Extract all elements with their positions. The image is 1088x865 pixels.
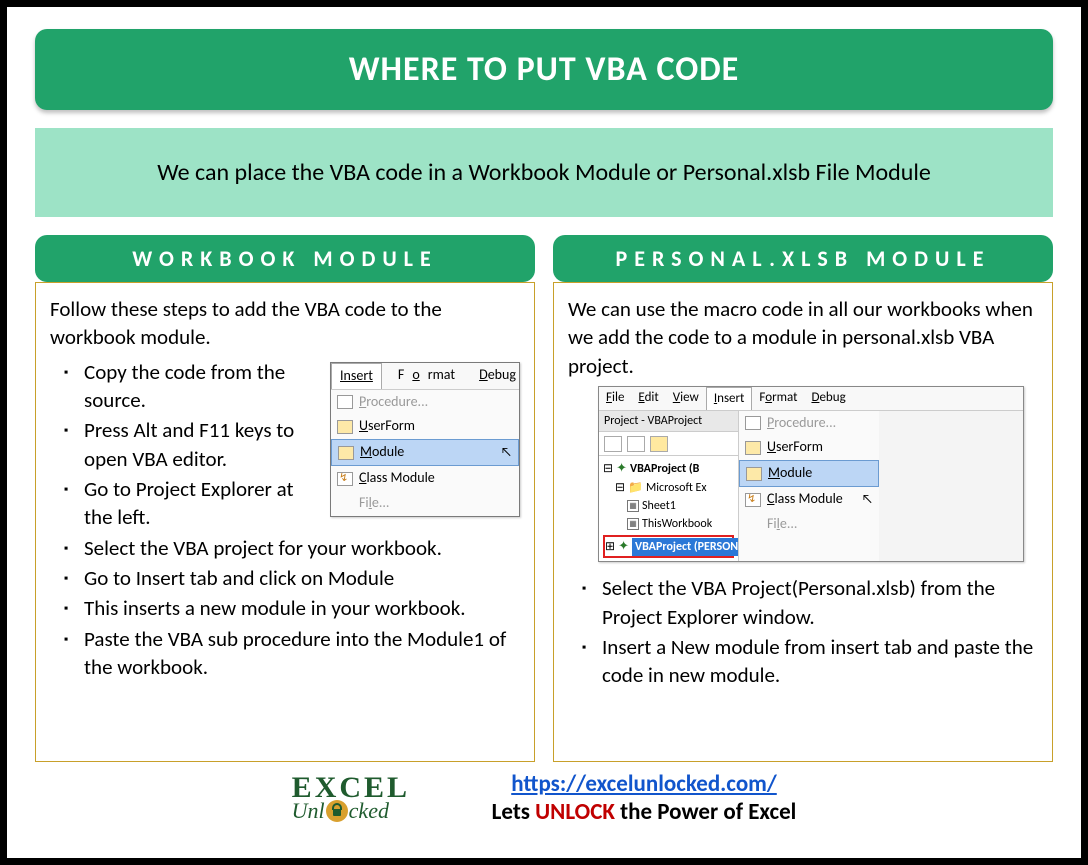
project-icon: ✦ <box>616 459 627 479</box>
classmodule-icon <box>745 493 761 507</box>
subtitle: We can place the VBA code in a Workbook … <box>35 128 1053 217</box>
footer-link[interactable]: https://excelunlocked.com/ <box>511 770 777 798</box>
lock-icon <box>326 800 348 822</box>
project-explorer: Project - VBAProject ⊟✦ VBAProject (B <box>599 411 739 562</box>
footer: EXCEL Unlcked https://excelunlocked.com/… <box>35 770 1053 826</box>
left-bullet: This inserts a new module in your workbo… <box>50 594 520 622</box>
tree-sheet1[interactable]: ▦ Sheet1 <box>603 497 734 515</box>
excel-unlocked-logo: EXCEL Unlcked <box>292 773 462 823</box>
left-intro: Follow these steps to add the VBA code t… <box>50 295 520 352</box>
toolbar-icon[interactable] <box>604 436 622 452</box>
vbe-menu-debug[interactable]: Debug <box>804 387 852 410</box>
tree-thisworkbook[interactable]: ▦ ThisWorkbook <box>603 515 734 533</box>
left-bullet: Copy the code from the source. <box>50 358 520 415</box>
left-bullets: Copy the code from the source. Press Alt… <box>50 358 520 682</box>
vbe-menu-edit[interactable]: Edit <box>631 387 665 410</box>
toolbar-folder-icon[interactable] <box>650 436 668 452</box>
sheet-icon: ▦ <box>627 500 639 512</box>
project-explorer-toolbar <box>599 432 738 457</box>
userform-icon <box>745 441 761 455</box>
right-intro: We can use the macro code in all our wor… <box>568 295 1038 380</box>
project-icon: ✦ <box>618 537 629 557</box>
vbe-menubar: File Edit View Insert Format Debug <box>599 387 1023 411</box>
vbe-menu-file[interactable]: File <box>599 387 631 410</box>
footer-text: https://excelunlocked.com/ Lets UNLOCK t… <box>492 770 797 826</box>
left-column-header: WORKBOOK MODULE <box>35 235 535 282</box>
project-tree: ⊟✦ VBAProject (B ⊟📁 Microsoft Ex ▦ Sheet… <box>599 456 738 561</box>
columns-container: WORKBOOK MODULE Follow these steps to ad… <box>35 235 1053 762</box>
main-title: WHERE TO PUT VBA CODE <box>35 29 1053 110</box>
tagline: Lets UNLOCK the Power of Excel <box>492 798 797 826</box>
left-bullet: Select the VBA project for your workbook… <box>50 534 520 562</box>
cursor-icon: ↖ <box>862 491 873 509</box>
right-column-body: We can use the macro code in all our wor… <box>553 282 1053 762</box>
vbe-item-file: File... <box>739 512 879 537</box>
procedure-icon <box>745 416 761 430</box>
left-bullet: Press Alt and F11 keys to open VBA edito… <box>50 416 520 473</box>
vbe-item-classmodule[interactable]: Class Module ↖ <box>739 487 879 512</box>
right-bullet: Insert a New module from insert tab and … <box>568 633 1038 690</box>
toolbar-icon[interactable] <box>627 436 645 452</box>
project-explorer-title: Project - VBAProject <box>599 411 738 432</box>
left-column: WORKBOOK MODULE Follow these steps to ad… <box>35 235 535 762</box>
left-bullet: Paste the VBA sub procedure into the Mod… <box>50 625 520 682</box>
module-icon <box>746 467 762 481</box>
right-bullet: Select the VBA Project(Personal.xlsb) fr… <box>568 574 1038 631</box>
vbe-menu-insert[interactable]: Insert <box>706 387 753 410</box>
logo-unlocked-text: Unlcked <box>292 800 389 822</box>
tree-personal-xlsb[interactable]: ⊞✦ VBAProject (PERSONAL.XLSB) <box>603 535 734 559</box>
vbe-screenshot: File Edit View Insert Format Debug Proje… <box>598 386 1024 562</box>
tree-folder[interactable]: ⊟📁 Microsoft Ex <box>603 479 734 497</box>
vbe-item-userform[interactable]: UserForm <box>739 435 879 460</box>
left-column-body: Follow these steps to add the VBA code t… <box>35 282 535 762</box>
right-column-header: PERSONAL.XLSB MODULE <box>553 235 1053 282</box>
vbe-item-module[interactable]: Module <box>739 460 879 487</box>
vbe-menu-view[interactable]: View <box>666 387 706 410</box>
left-bullet: Go to Project Explorer at the left. <box>50 475 520 532</box>
vbe-item-procedure: Procedure... <box>739 411 879 436</box>
right-bullets: Select the VBA Project(Personal.xlsb) fr… <box>568 574 1038 689</box>
left-bullet: Go to Insert tab and click on Module <box>50 564 520 592</box>
vbe-insert-dropdown: Procedure... UserForm Module Class <box>739 411 879 562</box>
right-column: PERSONAL.XLSB MODULE We can use the macr… <box>553 235 1053 762</box>
workbook-icon: ▦ <box>627 518 639 530</box>
folder-icon: 📁 <box>628 479 643 497</box>
tree-vbaproject[interactable]: ⊟✦ VBAProject (B <box>603 459 734 479</box>
vbe-menu-format[interactable]: Format <box>752 387 804 410</box>
